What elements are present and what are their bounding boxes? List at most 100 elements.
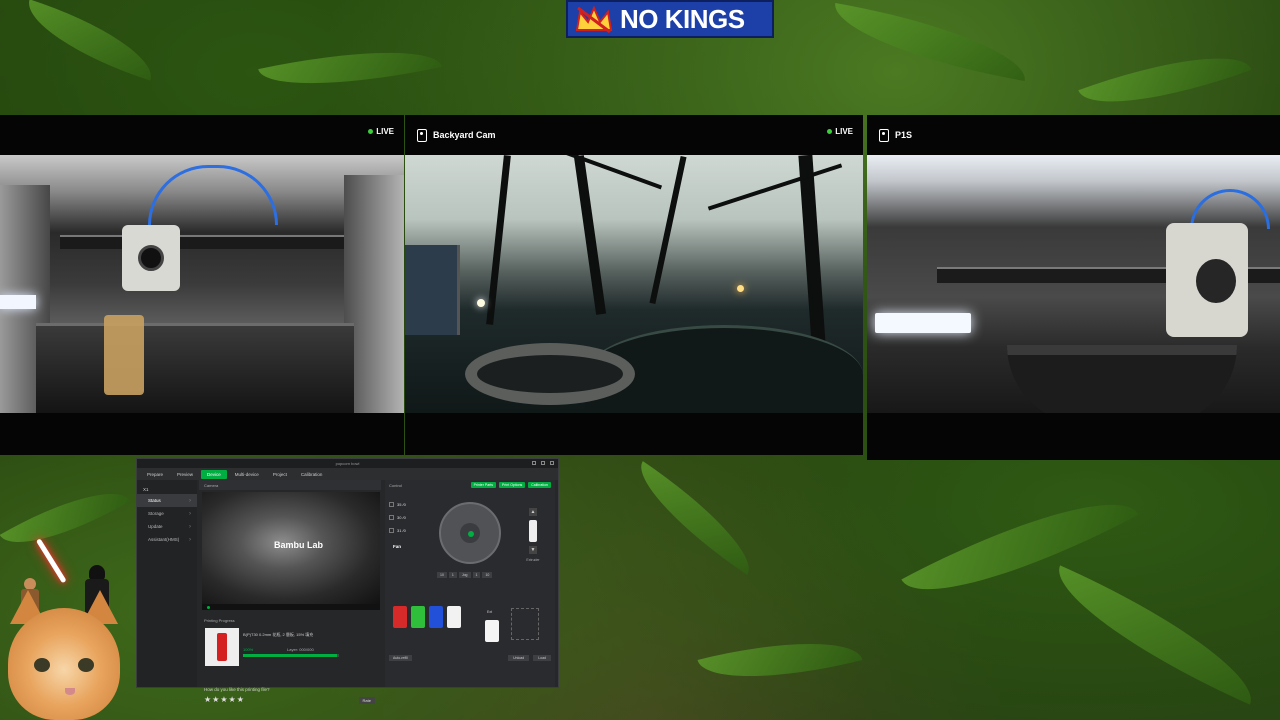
bed-icon: [389, 515, 394, 520]
tab-multi-device[interactable]: Multi-device: [229, 470, 265, 479]
lightsaber-sticker: [35, 538, 67, 584]
chamber-light: [875, 313, 971, 333]
ams-slot-blue[interactable]: [429, 606, 443, 628]
no-kings-banner: NO KINGS: [566, 0, 774, 38]
minimize-icon[interactable]: [532, 461, 536, 465]
printer-camera-feed: [0, 155, 404, 413]
step-button[interactable]: 10: [482, 572, 493, 578]
camera-title: P1S: [895, 130, 913, 140]
tab-device[interactable]: Device: [201, 469, 227, 479]
step-button[interactable]: 10: [437, 572, 447, 578]
window-controls: [532, 461, 554, 465]
nozzle-icon: [389, 502, 394, 507]
printer-parts-button[interactable]: Printer Parts: [470, 482, 497, 488]
cat-eye: [34, 658, 50, 672]
control-toolbar: Control Printer Parts Print Options Cali…: [385, 480, 555, 490]
video-status-bar: [202, 604, 380, 610]
step-button[interactable]: Jog: [458, 572, 471, 578]
rate-button[interactable]: Rate: [358, 697, 375, 704]
tree: [649, 156, 687, 304]
load-button[interactable]: Load: [533, 655, 551, 661]
control-buttons: Printer Parts Print Options Calibration: [470, 482, 551, 488]
xy-jog-pad[interactable]: [439, 502, 501, 564]
main-menu: Prepare Preview Device Multi-device Proj…: [137, 468, 558, 480]
close-icon[interactable]: [550, 461, 554, 465]
chamber-light: [0, 295, 36, 309]
tree: [486, 155, 511, 325]
tab-project[interactable]: Project: [267, 470, 293, 479]
unload-button[interactable]: Unload: [508, 655, 530, 661]
chamber-temp[interactable]: 31 /0: [389, 524, 427, 537]
step-button[interactable]: 1: [472, 572, 481, 578]
ams-slots: [393, 606, 461, 628]
toolhead: [122, 225, 180, 291]
home-icon[interactable]: [468, 531, 474, 537]
tab-prepare[interactable]: Prepare: [141, 470, 169, 479]
printer-selector[interactable]: X1: [137, 484, 197, 494]
leaf-decoration: [1039, 565, 1271, 705]
tab-preview[interactable]: Preview: [171, 470, 199, 479]
print-file-info: B(P)T30 0.2mm 花瓶, 2 層板, 15% 填充: [243, 632, 314, 637]
leaf-decoration: [258, 31, 442, 105]
bambu-studio-window: popcorn bowl Prepare Preview Device Mult…: [136, 458, 559, 704]
camera-icon: [417, 128, 427, 142]
calibration-button[interactable]: Calibration: [528, 482, 551, 488]
window-title: popcorn bowl: [335, 461, 360, 466]
camera-icon: [879, 128, 889, 142]
temperature-list: 35 /0 30 /0 31 /0: [389, 498, 427, 537]
kitten-sticker: [0, 590, 130, 720]
maximize-icon[interactable]: [541, 461, 545, 465]
leaf-decoration: [622, 461, 768, 575]
leaf-decoration: [0, 469, 131, 567]
chevron-up-icon[interactable]: ▲: [529, 508, 537, 516]
layer-count: Layer: 000/000: [287, 647, 314, 652]
toolhead-fan: [1196, 259, 1236, 303]
sidebar-item-update[interactable]: Update: [137, 520, 197, 533]
auto-refill-button[interactable]: Auto-refill: [389, 655, 412, 661]
live-dot-icon: [827, 129, 833, 134]
live-indicator: LIVE: [827, 127, 853, 136]
nozzle-temp-value: 35 /0: [397, 502, 406, 507]
camera-header: Backyard Cam LIVE: [405, 115, 863, 155]
camera-label: Camera: [204, 482, 219, 488]
external-spool-slot[interactable]: [485, 620, 499, 642]
leaf-decoration: [697, 621, 863, 699]
step-button[interactable]: 1: [448, 572, 457, 578]
tab-calibration[interactable]: Calibration: [295, 470, 329, 479]
filament-actions: Auto-refill Unload Load: [389, 655, 551, 661]
model-preview: [217, 633, 227, 661]
bed-temp-value: 30 /0: [397, 515, 406, 520]
chevron-down-icon[interactable]: ▼: [529, 546, 537, 554]
nozzle-temp[interactable]: 35 /0: [389, 498, 427, 511]
ams-slot-red[interactable]: [393, 606, 407, 628]
sidebar-item-storage[interactable]: Storage: [137, 507, 197, 520]
leaf-decoration: [17, 0, 163, 81]
rating-stars[interactable]: ★★★★★: [204, 695, 245, 704]
toolhead: [1166, 223, 1248, 337]
ptfe-tube: [148, 165, 278, 225]
sidebar-item-assistant[interactable]: Assistant(HMS): [137, 533, 197, 546]
crown-icon: [574, 4, 614, 34]
live-dot-icon: [368, 129, 374, 134]
leaf-decoration: [1078, 32, 1252, 128]
ams-humidity-icon: [511, 608, 539, 640]
window-titlebar: popcorn bowl: [137, 459, 558, 468]
gantry-rail: [60, 235, 344, 249]
ams-slot-white[interactable]: [447, 606, 461, 628]
camera-header: LIVE: [0, 115, 404, 155]
sidebar-item-status[interactable]: Status: [137, 494, 197, 507]
live-video[interactable]: Bambu Lab: [202, 492, 380, 604]
extruder-control: ▲ ▼ Extruder: [525, 508, 541, 588]
bed-temp[interactable]: 30 /0: [389, 511, 427, 524]
print-options-button[interactable]: Print Options: [499, 482, 526, 488]
extruder-icon: [529, 520, 537, 542]
fan-label[interactable]: Fan: [393, 544, 401, 549]
house-deck: [405, 245, 460, 335]
control-label: Control: [389, 482, 402, 488]
porch-light: [477, 299, 485, 307]
printed-bowl: [1007, 345, 1237, 413]
device-sidebar: X1 Status Storage Update Assistant(HMS): [137, 480, 197, 687]
cat-nose: [65, 688, 75, 695]
tree: [573, 155, 607, 315]
ams-slot-green[interactable]: [411, 606, 425, 628]
